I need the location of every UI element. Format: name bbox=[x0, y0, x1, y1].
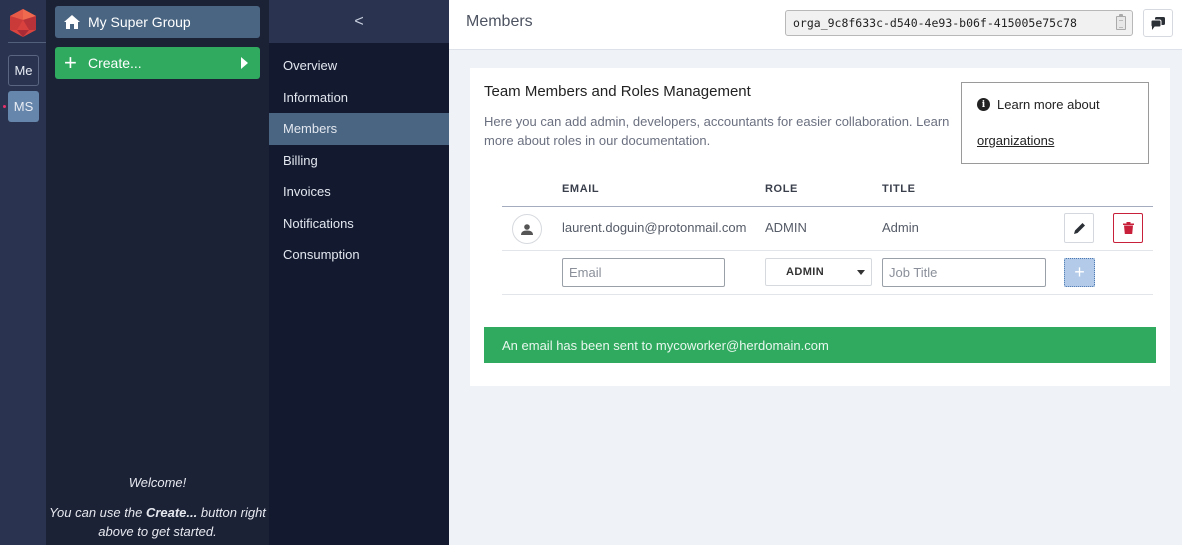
collapse-button[interactable]: < bbox=[269, 0, 449, 43]
header-role: ROLE bbox=[765, 183, 798, 195]
page-title: Members bbox=[466, 13, 533, 30]
home-icon bbox=[64, 15, 80, 29]
nav-item-information[interactable]: Information bbox=[269, 82, 449, 114]
table-row: laurent.doguin@protonmail.com ADMIN Admi… bbox=[502, 207, 1153, 251]
org-switch-ms[interactable]: MS bbox=[8, 91, 39, 122]
clipboard-icon[interactable] bbox=[1116, 14, 1126, 30]
rail-divider bbox=[8, 42, 46, 43]
org-rail: Me MS bbox=[0, 0, 46, 545]
create-button[interactable]: + Create... bbox=[55, 47, 260, 79]
card-description: Here you can add admin, developers, acco… bbox=[484, 114, 950, 148]
sidebar: My Super Group + Create... Welcome! You … bbox=[46, 0, 269, 545]
info-icon: i bbox=[977, 98, 990, 111]
nav-item-members[interactable]: Members bbox=[269, 113, 449, 145]
organizations-link[interactable]: organizations bbox=[977, 133, 1054, 148]
welcome-title: Welcome! bbox=[128, 475, 187, 490]
success-alert: An email has been sent to mycoworker@her… bbox=[484, 327, 1156, 363]
members-table: EMAIL ROLE TITLE laurent.doguin@protonma… bbox=[502, 176, 1153, 295]
org-id-field[interactable]: orga_9c8f633c-d540-4e93-b06f-415005e75c7… bbox=[785, 10, 1133, 36]
page-header: Members orga_9c8f633c-d540-4e93-b06f-415… bbox=[449, 0, 1182, 50]
members-card: Team Members and Roles Management Here y… bbox=[470, 68, 1170, 386]
caret-right-icon bbox=[241, 57, 248, 69]
chevron-left-icon: < bbox=[354, 12, 364, 30]
member-role: ADMIN bbox=[765, 220, 807, 235]
user-icon bbox=[521, 223, 533, 235]
role-select[interactable]: ADMIN bbox=[765, 258, 872, 286]
learn-more-box: i Learn more about organizations bbox=[961, 82, 1149, 164]
hexagon-logo-icon[interactable] bbox=[9, 8, 37, 38]
avatar bbox=[512, 214, 542, 244]
job-title-input[interactable] bbox=[882, 258, 1046, 287]
section-nav: < Overview Information Members Billing I… bbox=[269, 0, 449, 545]
chat-button[interactable] bbox=[1143, 9, 1173, 37]
role-select-value: ADMIN bbox=[786, 266, 825, 278]
create-label: Create... bbox=[88, 55, 142, 71]
org-switch-me[interactable]: Me bbox=[8, 55, 39, 86]
table-header: EMAIL ROLE TITLE bbox=[502, 176, 1153, 207]
pencil-icon bbox=[1073, 222, 1085, 234]
welcome-text-pre: You can use the bbox=[49, 505, 146, 520]
member-email: laurent.doguin@protonmail.com bbox=[562, 220, 747, 235]
group-name: My Super Group bbox=[88, 14, 191, 30]
add-member-button[interactable]: + bbox=[1064, 258, 1095, 287]
nav-item-overview[interactable]: Overview bbox=[269, 50, 449, 82]
learn-more-text: Learn more about bbox=[997, 97, 1100, 112]
card-title: Team Members and Roles Management bbox=[484, 83, 751, 100]
edit-member-button[interactable] bbox=[1064, 213, 1094, 243]
new-member-row: ADMIN + bbox=[502, 251, 1153, 295]
header-title: TITLE bbox=[882, 183, 916, 195]
delete-member-button[interactable] bbox=[1113, 213, 1143, 243]
plus-icon: + bbox=[64, 50, 77, 75]
welcome-text: You can use the Create... button right a… bbox=[46, 503, 269, 541]
email-input[interactable] bbox=[562, 258, 725, 287]
active-org-indicator bbox=[3, 105, 6, 108]
nav-item-notifications[interactable]: Notifications bbox=[269, 208, 449, 240]
plus-icon: + bbox=[1074, 262, 1085, 282]
nav-item-invoices[interactable]: Invoices bbox=[269, 176, 449, 208]
org-id-value: orga_9c8f633c-d540-4e93-b06f-415005e75c7… bbox=[793, 16, 1077, 30]
header-email: EMAIL bbox=[562, 183, 600, 195]
nav-item-billing[interactable]: Billing bbox=[269, 145, 449, 177]
welcome-text-bold: Create... bbox=[145, 505, 198, 520]
member-title: Admin bbox=[882, 220, 919, 235]
chat-icon bbox=[1151, 16, 1165, 30]
caret-down-icon bbox=[857, 270, 865, 275]
group-button[interactable]: My Super Group bbox=[55, 6, 260, 38]
nav-item-consumption[interactable]: Consumption bbox=[269, 239, 449, 271]
trash-icon bbox=[1122, 222, 1134, 234]
